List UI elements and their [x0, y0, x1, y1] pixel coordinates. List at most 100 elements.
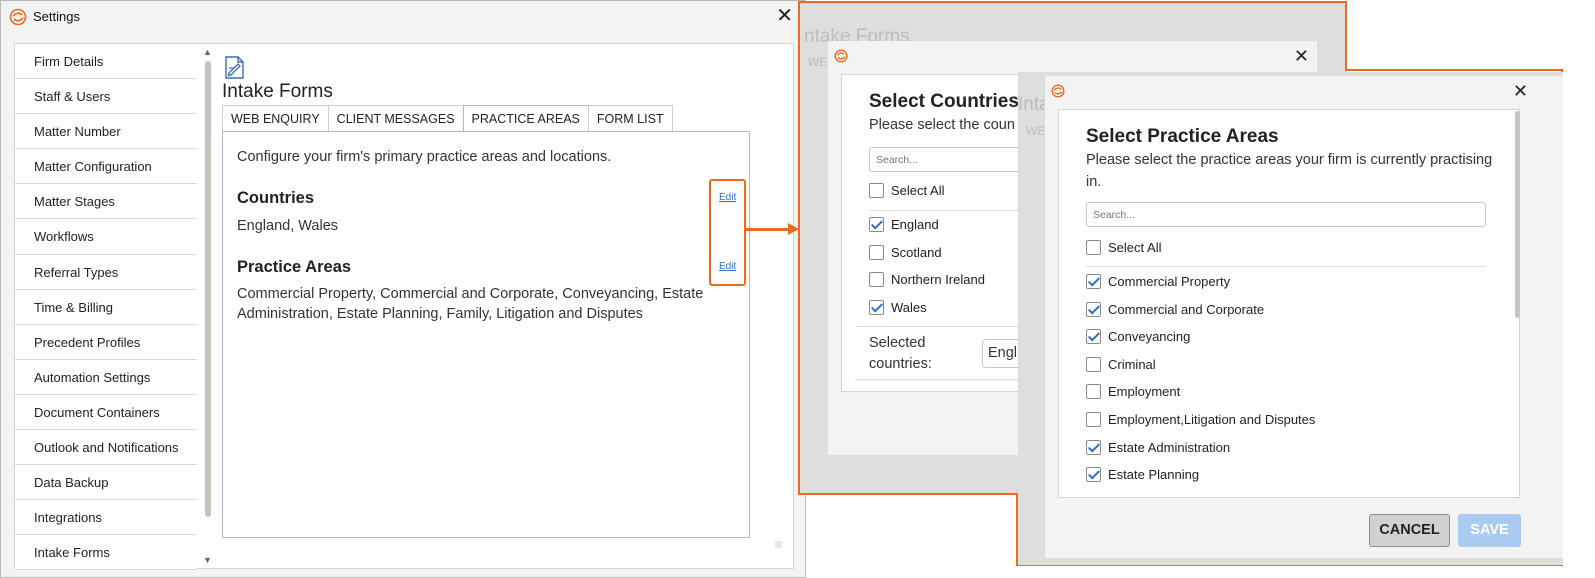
- practice_modal-item-label: Conveyancing: [1108, 329, 1191, 345]
- checked-checkbox-icon[interactable]: [1086, 329, 1101, 345]
- checked-checkbox-icon[interactable]: [1086, 274, 1101, 289]
- intake-forms-main: Intake Forms WEB ENQUIRY CLIENT MESSAGES P…: [221, 44, 793, 568]
- select-all-label: Select All: [891, 183, 945, 198]
- countries_modal-item-label: England: [891, 217, 939, 232]
- cancel-button[interactable]: CANCEL: [1369, 514, 1450, 547]
- practice-modal-subtitle: Please select the practice areas your fi…: [1086, 152, 1493, 190]
- practice_modal-item-estate-administration[interactable]: Estate Administration: [1086, 439, 1230, 457]
- background-tab: WE: [808, 55, 828, 69]
- countries_modal-item-label: Scotland: [891, 244, 942, 260]
- sidebar-item-document-containers[interactable]: Document Containers: [15, 395, 197, 431]
- edit-links-highlight: [709, 179, 746, 286]
- practice-areas-heading: Practice Areas: [237, 258, 352, 276]
- countries_modal-item-wales[interactable]: Wales: [869, 299, 927, 317]
- close-icon[interactable]: ✕: [1513, 81, 1528, 101]
- settings-content: Firm Details Staff & Users Matter Number Ma…: [14, 43, 794, 571]
- sidebar-item-time-billing[interactable]: Time & Billing: [15, 290, 197, 325]
- countries_modal-item-label: Wales: [891, 299, 927, 315]
- document-edit-icon: [225, 56, 244, 79]
- sidebar-item-staff-users[interactable]: Staff & Users: [15, 79, 197, 115]
- sidebar-item-workflows[interactable]: Workflows: [15, 219, 197, 255]
- practice-search-input[interactable]: [1086, 202, 1486, 227]
- countries-value: England, Wales: [237, 218, 339, 234]
- practice_modal-item-conveyancing[interactable]: Conveyancing: [1086, 328, 1190, 346]
- divider: [855, 379, 1030, 380]
- countries-modal-body: Select Countries Please select the coun …: [841, 74, 1031, 392]
- practice_modal-item-commercial-and-corporate[interactable]: Commercial and Corporate: [1086, 301, 1264, 319]
- sidebar-item-referral-types[interactable]: Referral Types: [15, 255, 197, 290]
- practice_modal-item-estate-planning[interactable]: Estate Planning: [1086, 466, 1199, 484]
- sidebar-item-data-backup[interactable]: Data Backup: [15, 465, 197, 501]
- intake-tabs: WEB ENQUIRY CLIENT MESSAGES PRACTICE AREAS…: [222, 105, 673, 132]
- unchecked-checkbox-icon[interactable]: [869, 244, 884, 260]
- sidebar-item-firm-details[interactable]: Firm Details: [15, 44, 197, 80]
- callout-arrow-head: [788, 223, 799, 235]
- select-all-label: Select All: [1108, 240, 1162, 255]
- unchecked-checkbox-icon[interactable]: [1086, 412, 1101, 427]
- sidebar-item-integrations[interactable]: Integrations: [15, 500, 197, 536]
- practice_modal-item-label: Estate Administration: [1108, 439, 1231, 455]
- practice-list-scrollbar[interactable]: [1515, 111, 1520, 318]
- checked-checkbox-icon[interactable]: [1086, 439, 1101, 455]
- settings-sidebar: Firm Details Staff & Users Matter Number Ma…: [15, 44, 197, 571]
- scroll-up-icon[interactable]: ▲: [203, 47, 212, 57]
- unchecked-checkbox-icon[interactable]: [869, 272, 884, 288]
- practice_modal-item-label: Criminal: [1108, 356, 1156, 372]
- countries_modal-item-scotland[interactable]: Scotland: [869, 244, 942, 262]
- practice_modal-item-label: Employment,Litigation and Disputes: [1108, 412, 1316, 427]
- practice_modal-item-label: Employment: [1108, 384, 1181, 400]
- close-icon[interactable]: ✕: [776, 6, 793, 26]
- selected-countries-label: Selected countries:: [869, 335, 932, 372]
- countries-modal-title: Select Countries: [869, 91, 1019, 112]
- practice-select-all[interactable]: Select All: [1086, 239, 1161, 257]
- countries-search-input[interactable]: [869, 147, 1030, 172]
- app-logo-icon: [9, 8, 27, 26]
- select-practice-areas-modal: ✕ Select Practice Areas Please select th…: [1045, 76, 1563, 558]
- checked-checkbox-icon[interactable]: [1086, 301, 1101, 317]
- practice_modal-item-employment[interactable]: Employment: [1086, 383, 1180, 401]
- select-all-checkbox[interactable]: [1086, 240, 1101, 255]
- page-title: Intake Forms: [222, 81, 333, 102]
- practice_modal-item-employment-litigation-and-disputes[interactable]: Employment,Litigation and Disputes: [1086, 411, 1315, 429]
- window-title: Settings: [33, 9, 80, 24]
- practice-areas-value: Commercial Property, Commercial and Corp…: [237, 286, 704, 322]
- sidebar-item-outlook-and-notifications[interactable]: Outlook and Notifications: [15, 430, 197, 466]
- countries_modal-item-england[interactable]: England: [869, 216, 939, 234]
- sidebar-item-intake-forms[interactable]: Intake Forms: [15, 535, 197, 571]
- save-button[interactable]: SAVE: [1458, 514, 1521, 547]
- countries-select-all[interactable]: Select All: [869, 182, 944, 200]
- title-bar: Settings ✕: [1, 1, 805, 32]
- resize-grip[interactable]: [775, 541, 782, 548]
- close-icon[interactable]: ✕: [1294, 46, 1309, 66]
- practice-modal-body: Select Practice Areas Please select the …: [1058, 109, 1520, 498]
- sidebar-scrollbar[interactable]: ▲ ▼: [201, 44, 215, 568]
- unchecked-checkbox-icon[interactable]: [1086, 384, 1101, 400]
- checked-checkbox-icon[interactable]: [1086, 467, 1101, 483]
- countries_modal-item-northern-ireland[interactable]: Northern Ireland: [869, 271, 985, 289]
- divider: [869, 210, 1030, 211]
- practice_modal-item-criminal[interactable]: Criminal: [1086, 356, 1156, 374]
- scrollbar-thumb[interactable]: [205, 61, 211, 517]
- sidebar-item-precedent-profiles[interactable]: Precedent Profiles: [15, 325, 197, 360]
- practice-areas-panel: Configure your firm's primary practice a…: [222, 131, 750, 538]
- panel-intro: Configure your firm's primary practice a…: [237, 149, 612, 165]
- practice_modal-item-label: Commercial and Corporate: [1108, 301, 1265, 317]
- select-all-checkbox[interactable]: [869, 183, 884, 198]
- unchecked-checkbox-icon[interactable]: [1086, 356, 1101, 372]
- tab-form-list[interactable]: FORM LIST: [587, 105, 673, 132]
- practice_modal-item-label: Commercial Property: [1108, 274, 1231, 289]
- tab-practice-areas[interactable]: PRACTICE AREAS: [462, 105, 589, 132]
- sidebar-item-matter-configuration[interactable]: Matter Configuration: [15, 149, 197, 185]
- scroll-down-icon[interactable]: ▼: [203, 555, 212, 565]
- checked-checkbox-icon[interactable]: [869, 299, 884, 315]
- sidebar-item-automation-settings[interactable]: Automation Settings: [15, 360, 197, 395]
- checked-checkbox-icon[interactable]: [869, 217, 884, 232]
- sidebar-item-matter-number[interactable]: Matter Number: [15, 114, 197, 150]
- countries_modal-item-label: Northern Ireland: [891, 272, 985, 288]
- sidebar-item-matter-stages[interactable]: Matter Stages: [15, 184, 197, 220]
- tab-client-messages[interactable]: CLIENT MESSAGES: [327, 105, 464, 132]
- practice_modal-item-commercial-property[interactable]: Commercial Property: [1086, 273, 1230, 291]
- tab-web-enquiry[interactable]: WEB ENQUIRY: [222, 105, 329, 132]
- background-tab: WE: [1026, 124, 1046, 138]
- settings-window: Settings ✕ Firm Details Staff & Users Matt…: [0, 0, 806, 578]
